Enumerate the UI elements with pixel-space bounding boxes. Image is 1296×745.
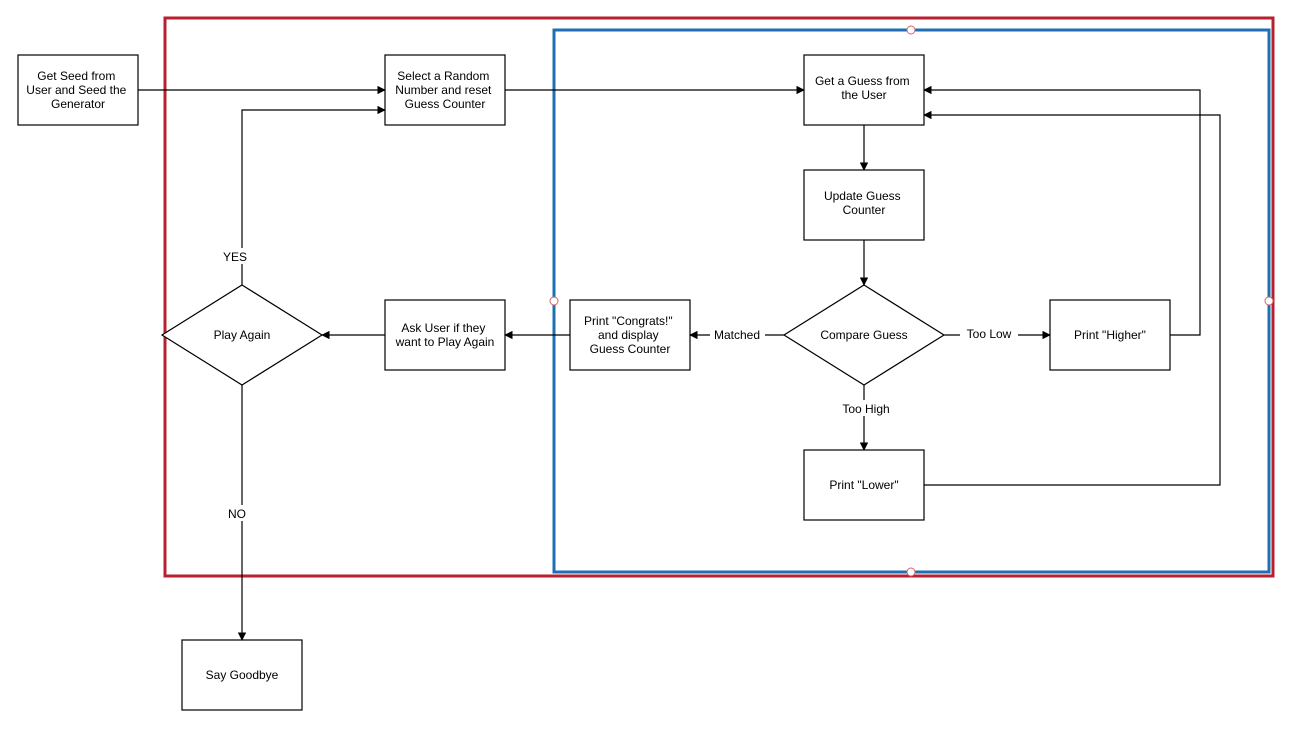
svg-text:Print "Higher": Print "Higher" (1074, 328, 1146, 342)
svg-text:Play Again: Play Again (214, 328, 271, 342)
edge-label-too-high: Too High (842, 402, 889, 416)
node-print-congrats-l2: and display (598, 328, 659, 342)
node-get-seed-l1: Get Seed from (37, 69, 115, 83)
node-select-random-l2: Number and reset (395, 83, 492, 97)
svg-text:Print "Lower": Print "Lower" (829, 478, 898, 492)
node-compare-guess[interactable]: Compare Guess (784, 285, 944, 385)
outer-loop-container (165, 18, 1273, 576)
node-get-seed[interactable]: Get Seed from User and Seed the Generato… (18, 55, 138, 125)
edge-label-no: NO (228, 507, 246, 521)
svg-text:Compare Guess: Compare Guess (820, 328, 907, 342)
selection-handle-right[interactable] (1265, 297, 1273, 305)
edge-label-too-low: Too Low (967, 327, 1012, 341)
node-ask-play-again-l1: Ask User if they (401, 321, 485, 335)
node-say-goodbye[interactable]: Say Goodbye (182, 640, 302, 710)
node-print-lower[interactable]: Print "Lower" (804, 450, 924, 520)
edge-playagain-yes (242, 110, 385, 285)
node-say-goodbye-l1: Say Goodbye (206, 668, 279, 682)
edge-higher-to-getguess (924, 90, 1200, 335)
node-ask-play-again[interactable]: Ask User if they want to Play Again (385, 300, 505, 370)
node-ask-play-again-l2: want to Play Again (395, 335, 495, 349)
edge-label-yes: YES (223, 250, 247, 264)
edge-label-matched: Matched (714, 328, 760, 342)
node-get-seed-l2: User and Seed the (26, 83, 126, 97)
node-get-guess[interactable]: Get a Guess from the User (804, 55, 924, 125)
node-compare-guess-l1: Compare Guess (820, 328, 907, 342)
node-get-guess-l2: the User (841, 88, 886, 102)
node-play-again-l1: Play Again (214, 328, 271, 342)
selection-handle-top[interactable] (907, 26, 915, 34)
node-print-higher[interactable]: Print "Higher" (1050, 300, 1170, 370)
node-print-congrats-l3: Guess Counter (590, 342, 671, 356)
node-get-seed-l3: Generator (51, 97, 105, 111)
node-update-counter[interactable]: Update Guess Counter (804, 170, 924, 240)
selection-handle-bottom[interactable] (907, 568, 915, 576)
node-select-random-l1: Select a Random (397, 69, 489, 83)
svg-text:Select a Random Number a: Select a Random Number and reset Guess C… (395, 69, 494, 111)
flowchart-canvas: Get Seed from User and Seed the Generato… (0, 0, 1296, 745)
node-update-counter-l2: Counter (843, 203, 886, 217)
node-print-higher-l1: Print "Higher" (1074, 328, 1146, 342)
node-play-again[interactable]: Play Again (162, 285, 322, 385)
svg-text:Say Goodbye: Say Goodbye (206, 668, 279, 682)
node-get-guess-l1: Get a Guess from (815, 74, 910, 88)
node-select-random-l3: Guess Counter (405, 97, 486, 111)
node-select-random[interactable]: Select a Random Number and reset Guess C… (385, 55, 505, 125)
node-print-lower-l1: Print "Lower" (829, 478, 898, 492)
selection-handle-left[interactable] (550, 297, 558, 305)
node-print-congrats[interactable]: Print "Congrats!" and display Guess Coun… (570, 300, 690, 370)
node-update-counter-l1: Update Guess (824, 189, 901, 203)
node-print-congrats-l1: Print "Congrats!" (584, 314, 673, 328)
svg-text:Ask User if they want to: Ask User if they want to Play Again (395, 321, 495, 349)
